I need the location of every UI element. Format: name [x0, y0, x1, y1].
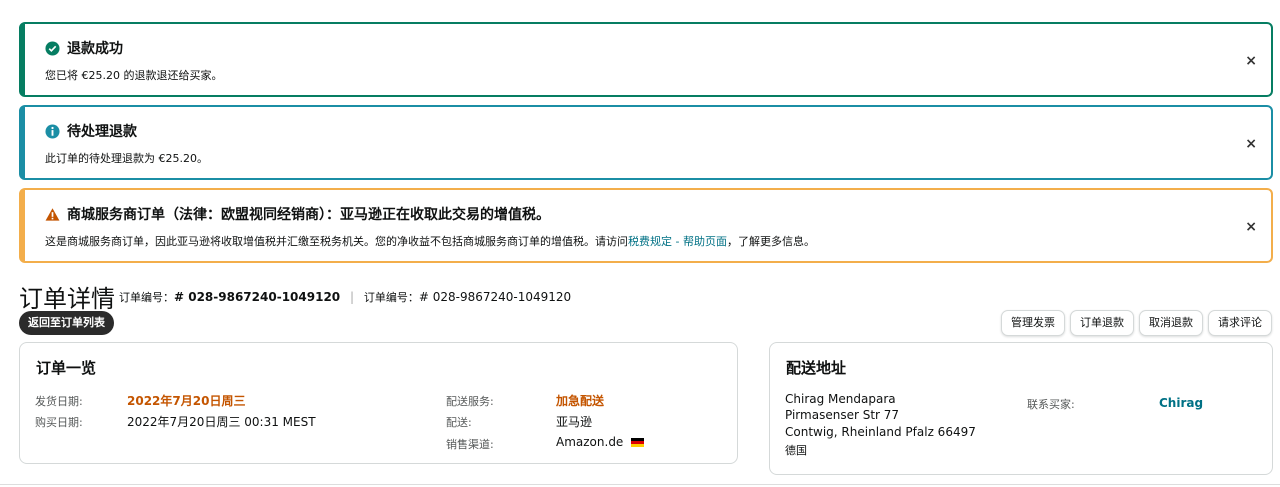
fulfillment-row: 配送: — [446, 414, 472, 430]
back-to-order-list-button[interactable]: 返回至订单列表 — [19, 311, 114, 335]
shipping-service-label: 配送服务: — [446, 395, 494, 408]
vat-warning-title: 商城服务商订单（法律：欧盟视同经销商）：亚马逊正在收取此交易的增值税。 — [67, 207, 550, 223]
close-success-alert-button[interactable]: × — [1245, 54, 1257, 68]
ship-date-value: 2022年7月20日周三 — [127, 394, 246, 408]
address-line-street: Pirmasenser Str 77 — [785, 408, 900, 422]
shipping-address-card: 配送地址 Chirag Mendapara Pirmasenser Str 77… — [769, 342, 1273, 475]
purchase-date-label: 购买日期: — [35, 416, 83, 429]
sales-channel-value-row: Amazon.de — [556, 435, 645, 449]
pending-refund-title: 待处理退款 — [67, 124, 137, 140]
page-divider — [0, 484, 1280, 485]
fulfillment-value: 亚马逊 — [556, 415, 593, 429]
germany-flag-icon — [631, 438, 645, 447]
vat-warning-message: 这是商城服务商订单，因此亚马逊将收取增值税并汇缴至税务机关。您的净收益不包括商城… — [45, 233, 815, 249]
order-overview-title: 订单一览 — [36, 359, 97, 377]
refund-success-title: 退款成功 — [67, 41, 123, 57]
ship-date-row: 发货日期: — [35, 393, 83, 409]
page-title: 订单详情 — [19, 285, 115, 313]
pending-refund-alert: 待处理退款 此订单的待处理退款为 €25.20。 × — [19, 105, 1273, 180]
request-review-button[interactable]: 请求评论 — [1208, 310, 1272, 336]
refund-order-button[interactable]: 订单退款 — [1070, 310, 1134, 336]
info-circle-icon — [45, 123, 60, 139]
vat-warning-text-end: ，了解更多信息。 — [726, 235, 815, 248]
order-id-value-secondary: # 028-9867240-1049120 — [418, 290, 572, 304]
sales-channel-row: 销售渠道: — [446, 436, 494, 452]
order-id-separator: | — [349, 290, 355, 304]
refund-success-alert: 退款成功 您已将 €25.20 的退款退还给买家。 × — [19, 22, 1273, 97]
contact-buyer-label: 联系买家: — [1027, 398, 1075, 411]
tax-rules-help-link[interactable]: 税费规定 - 帮助页面 — [628, 235, 727, 248]
close-warning-alert-button[interactable]: × — [1245, 220, 1257, 234]
order-id-row: 订单编号：# 028-9867240-1049120 | 订单编号：# 028-… — [119, 289, 571, 305]
fulfillment-label: 配送: — [446, 416, 472, 429]
vat-warning-text: 这是商城服务商订单，因此亚马逊将收取增值税并汇缴至税务机关。您的净收益不包括商城… — [45, 235, 628, 248]
pending-refund-title-row: 待处理退款 — [45, 121, 137, 141]
contact-buyer-link[interactable]: Chirag — [1159, 396, 1203, 410]
order-id-label: 订单编号： — [119, 291, 174, 304]
order-id-value: # 028-9867240-1049120 — [174, 290, 341, 304]
vat-warning-alert: 商城服务商订单（法律：欧盟视同经销商）：亚马逊正在收取此交易的增值税。 这是商城… — [19, 188, 1273, 263]
refund-success-message: 您已将 €25.20 的退款退还给买家。 — [45, 69, 223, 82]
shipping-service-value: 加急配送 — [556, 394, 605, 408]
shipping-address-title: 配送地址 — [786, 359, 847, 377]
refund-success-title-row: 退款成功 — [45, 38, 123, 58]
address-line-country: 德国 — [785, 444, 807, 457]
address-line-name: Chirag Mendapara — [785, 392, 896, 406]
order-action-buttons: 管理发票 订单退款 取消退款 请求评论 — [1001, 310, 1272, 336]
order-id-label-secondary: 订单编号： — [363, 291, 419, 304]
sales-channel-label: 销售渠道: — [446, 438, 494, 451]
vat-warning-title-row: 商城服务商订单（法律：欧盟视同经销商）：亚马逊正在收取此交易的增值税。 — [45, 204, 550, 224]
address-line-city: Contwig, Rheinland Pfalz 66497 — [785, 425, 976, 439]
purchase-date-row: 购买日期: — [35, 414, 83, 430]
shipping-service-row: 配送服务: — [446, 393, 494, 409]
ship-date-label: 发货日期: — [35, 395, 83, 408]
pending-refund-message: 此订单的待处理退款为 €25.20。 — [45, 152, 208, 165]
purchase-date-value: 2022年7月20日周三 00:31 MEST — [127, 415, 316, 429]
check-circle-icon — [45, 40, 60, 56]
close-info-alert-button[interactable]: × — [1245, 137, 1257, 151]
sales-channel-value: Amazon.de — [556, 435, 624, 449]
cancel-refund-button[interactable]: 取消退款 — [1139, 310, 1203, 336]
order-overview-card: 订单一览 发货日期: 2022年7月20日周三 购买日期: 2022年7月20日… — [19, 342, 738, 464]
contact-buyer-row: 联系买家: — [1027, 396, 1075, 412]
warning-triangle-icon — [45, 207, 60, 222]
manage-invoice-button[interactable]: 管理发票 — [1001, 310, 1065, 336]
